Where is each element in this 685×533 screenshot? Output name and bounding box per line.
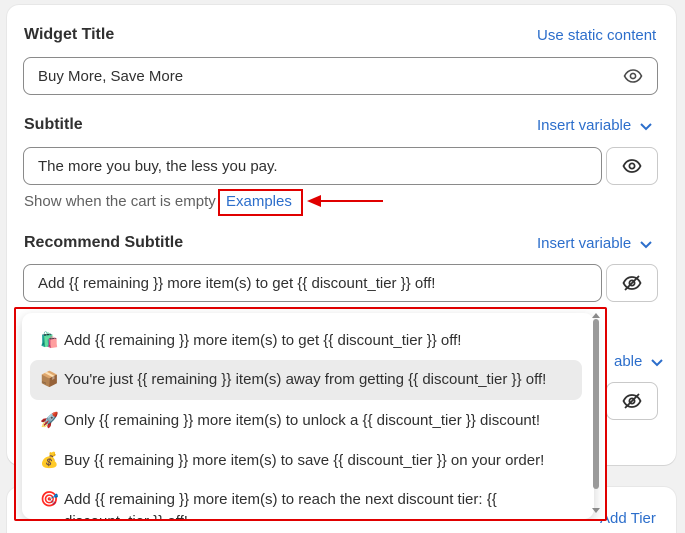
package-icon: 📦 bbox=[40, 371, 59, 388]
dropdown-item-text: Buy {{ remaining }} more item(s) to save… bbox=[64, 452, 545, 469]
eye-icon[interactable] bbox=[623, 66, 643, 86]
recommend-subtitle-label: Recommend Subtitle bbox=[24, 234, 184, 251]
chevron-down-icon bbox=[651, 358, 664, 366]
subtitle-label: Subtitle bbox=[24, 116, 83, 133]
dropdown-item-text: Only {{ remaining }} more item(s) to unl… bbox=[64, 412, 541, 429]
toggle-visibility-button[interactable] bbox=[606, 147, 658, 185]
target-icon: 🎯 bbox=[40, 491, 59, 508]
add-tier-link[interactable]: Add Tier bbox=[600, 510, 656, 527]
insert-variable-link-recommend[interactable]: Insert variable bbox=[537, 235, 653, 252]
insert-variable-link-hidden[interactable]: able bbox=[614, 353, 664, 370]
subtitle-value: The more you buy, the less you pay. bbox=[38, 157, 278, 175]
dropdown-item[interactable]: 📦 You're just {{ remaining }} item(s) aw… bbox=[30, 360, 582, 400]
insert-variable-label: Insert variable bbox=[537, 235, 632, 252]
dropdown-item-text: You're just {{ remaining }} item(s) away… bbox=[64, 371, 547, 388]
widget-title-field[interactable]: Buy More, Save More bbox=[23, 57, 658, 95]
widget-title-label: Widget Title bbox=[24, 26, 115, 43]
scroll-up-arrow[interactable] bbox=[592, 313, 600, 318]
dropdown-item[interactable]: 🛍️ Add {{ remaining }} more item(s) to g… bbox=[30, 321, 582, 361]
dropdown-item-text: Add {{ remaining }} more item(s) to reac… bbox=[64, 491, 497, 519]
insert-variable-label: Insert variable bbox=[537, 117, 632, 134]
chevron-down-icon bbox=[640, 240, 652, 248]
toggle-visibility-button[interactable] bbox=[606, 264, 658, 302]
eye-icon bbox=[622, 159, 642, 173]
examples-dropdown: 🛍️ Add {{ remaining }} more item(s) to g… bbox=[14, 307, 607, 521]
subtitle-hint: Show when the cart is empty bbox=[24, 193, 216, 210]
eye-off-icon bbox=[622, 275, 642, 291]
insert-variable-label-partial: able bbox=[614, 353, 643, 370]
eye-off-icon bbox=[622, 393, 642, 409]
examples-list: 🛍️ Add {{ remaining }} more item(s) to g… bbox=[22, 313, 594, 519]
toggle-visibility-button[interactable] bbox=[606, 382, 658, 420]
dropdown-item-text: Add {{ remaining }} more item(s) to get … bbox=[64, 332, 462, 349]
rocket-icon: 🚀 bbox=[40, 412, 59, 429]
scroll-down-arrow[interactable] bbox=[592, 508, 600, 513]
scrollbar-thumb[interactable] bbox=[593, 319, 599, 489]
dropdown-item[interactable]: 💰 Buy {{ remaining }} more item(s) to sa… bbox=[30, 441, 582, 481]
subtitle-field[interactable]: The more you buy, the less you pay. bbox=[23, 147, 602, 185]
chevron-down-icon bbox=[640, 122, 652, 130]
dropdown-item[interactable]: 🚀 Only {{ remaining }} more item(s) to u… bbox=[30, 401, 582, 441]
examples-link[interactable]: Examples bbox=[226, 193, 292, 210]
widget-title-value: Buy More, Save More bbox=[38, 67, 184, 85]
money-bag-icon: 💰 bbox=[40, 452, 59, 469]
use-static-content-link[interactable]: Use static content bbox=[537, 27, 656, 44]
recommend-subtitle-value: Add {{ remaining }} more item(s) to get … bbox=[38, 274, 436, 292]
insert-variable-link-subtitle[interactable]: Insert variable bbox=[537, 117, 653, 134]
shopping-bag-icon: 🛍️ bbox=[40, 332, 59, 349]
dropdown-item[interactable]: 🎯 Add {{ remaining }} more item(s) to re… bbox=[30, 480, 582, 519]
recommend-subtitle-field[interactable]: Add {{ remaining }} more item(s) to get … bbox=[23, 264, 602, 302]
